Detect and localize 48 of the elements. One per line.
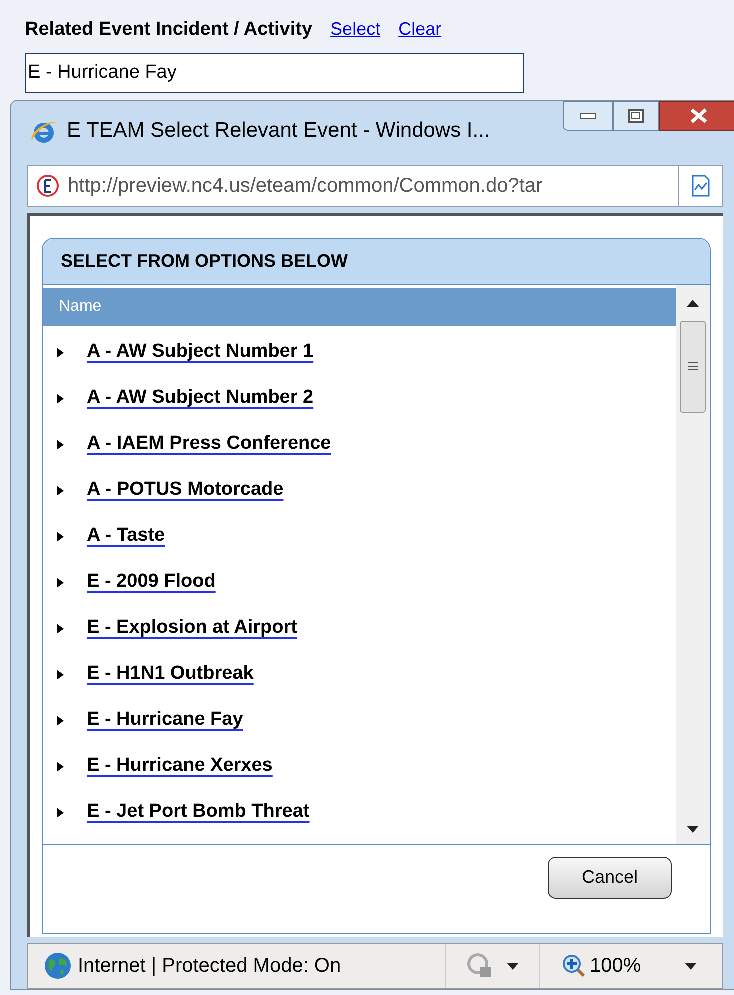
panel-title: SELECT FROM OPTIONS BELOW [61,250,348,273]
scroll-thumb[interactable] [680,320,706,413]
event-link[interactable]: A - IAEM Press Conference [87,430,332,459]
maximize-button[interactable] [613,101,659,131]
dropdown-caret-icon[interactable] [685,962,698,970]
event-link[interactable]: A - POTUS Motorcade [87,476,284,505]
expand-arrow-icon[interactable] [55,762,65,772]
event-link[interactable]: A - AW Subject Number 2 [87,384,314,413]
text-link[interactable]: Clear [398,16,442,43]
event-link[interactable]: E - Jet Port Bomb Threat [87,798,310,827]
expand-arrow-icon[interactable] [55,440,65,450]
field-label: Related Event Incident / Activity [25,18,313,42]
grip-icon [688,362,698,372]
compatibility-icon [690,174,712,198]
cancel-button[interactable]: Cancel [548,856,672,899]
event-link[interactable]: A - AW Subject Number 1 [87,338,314,367]
expand-arrow-icon[interactable] [55,716,65,726]
event-link[interactable]: E - Explosion at Airport [87,614,298,643]
scrollbar[interactable] [676,284,710,844]
expand-arrow-icon[interactable] [55,624,65,634]
globe-icon [44,952,72,980]
event-link[interactable]: E - H1N1 Outbreak [87,660,254,689]
expand-arrow-icon[interactable] [55,394,65,404]
expand-arrow-icon[interactable] [55,486,65,496]
event-link[interactable]: E - 2009 Flood [87,568,216,597]
minimize-button[interactable] [563,101,613,131]
security-zone: Internet | Protected Mode: On [78,954,342,980]
expand-arrow-icon[interactable] [55,808,65,818]
zoom-icon[interactable] [562,954,586,978]
expand-arrow-icon[interactable] [55,578,65,588]
event-link[interactable]: A - Taste [87,522,166,551]
maximize-icon [628,109,644,123]
site-logo-icon [36,174,60,198]
event-link[interactable]: E - Hurricane Xerxes [87,752,273,781]
close-button[interactable] [659,101,734,131]
expand-arrow-icon[interactable] [55,348,65,358]
event-link[interactable]: E - Hurricane Fay [87,706,244,735]
window-title: E TEAM Select Relevant Event - Windows I... [67,118,490,144]
scroll-up-icon [687,298,699,307]
zoom-level[interactable]: 100% [590,951,642,982]
scroll-down-icon [687,826,699,834]
text-link[interactable]: Select [330,16,381,43]
expand-arrow-icon[interactable] [55,532,65,542]
close-icon [690,108,708,124]
dropdown-caret-icon[interactable] [506,962,518,970]
event-input-field[interactable]: E - Hurricane Fay [25,52,524,92]
expand-arrow-icon[interactable] [55,670,65,680]
minimize-icon [580,113,596,119]
